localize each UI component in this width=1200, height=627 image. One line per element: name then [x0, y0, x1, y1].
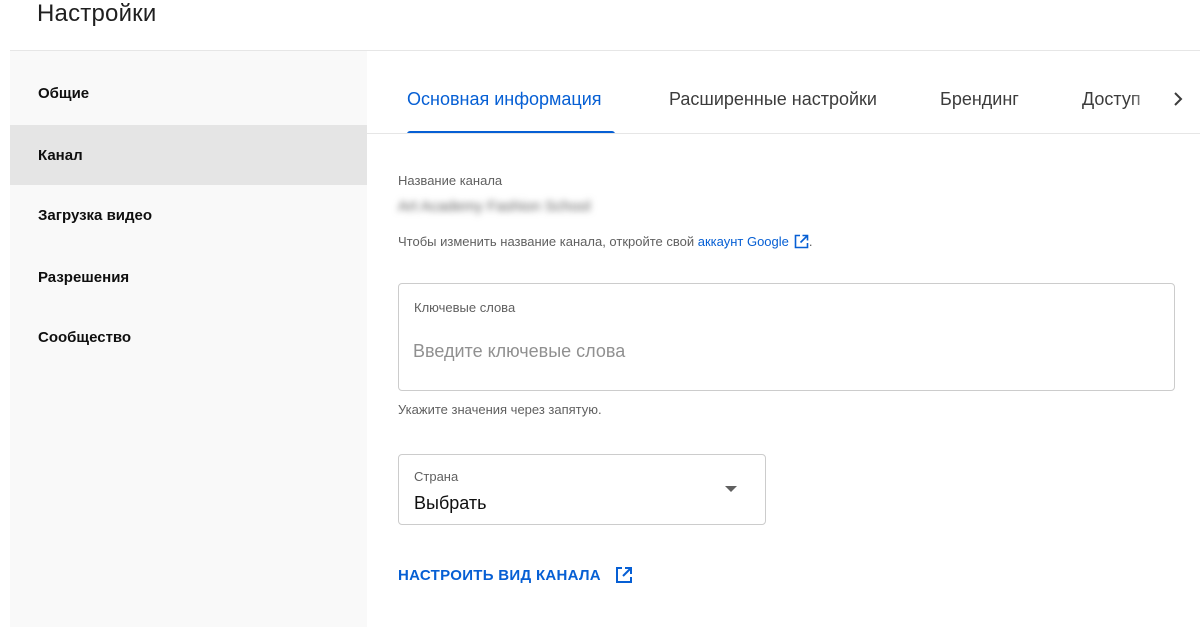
keywords-input[interactable] [413, 336, 1153, 366]
sidebar-item-permissions[interactable]: Разрешения [10, 247, 367, 307]
sidebar-item-upload-defaults[interactable]: Загрузка видео [10, 185, 367, 245]
chevron-right-icon [1174, 92, 1183, 106]
sidebar-item-label: Загрузка видео [38, 206, 153, 224]
sidebar-item-label: Сообщество [38, 328, 132, 346]
google-account-link-label: аккаунт Google [697, 234, 789, 249]
open-in-new-icon [794, 234, 809, 249]
sidebar-item-channel[interactable]: Канал [10, 125, 367, 185]
customize-channel-label: НАСТРОИТЬ ВИД КАНАЛА [398, 566, 601, 584]
help-text-prefix: Чтобы изменить название канала, откройте… [398, 234, 698, 249]
keywords-label: Ключевые слова [414, 300, 516, 315]
country-select[interactable]: Страна Выбрать [398, 454, 766, 525]
channel-name-value: Art Academy Fashion School [398, 198, 591, 215]
country-value: Выбрать [414, 493, 487, 513]
sidebar-item-label: Разрешения [38, 268, 130, 286]
google-account-link[interactable]: аккаунт Google [698, 234, 809, 249]
active-tab-indicator [407, 131, 615, 133]
sidebar-item-label: Канал [38, 146, 83, 164]
help-text-suffix: . [808, 234, 813, 249]
tab-bar: Основная информация Расширенные настройк… [367, 51, 1200, 134]
sidebar-item-general[interactable]: Общие [10, 63, 367, 123]
keywords-hint: Укажите значения через запятую. [398, 402, 602, 417]
sidebar-item-community[interactable]: Сообщество [10, 307, 367, 367]
channel-name-caption: Название канала [398, 173, 503, 188]
tab-basic-info[interactable]: Основная информация [407, 89, 602, 110]
page-title: Настройки [37, 0, 157, 27]
sidebar-item-label: Общие [38, 84, 90, 102]
open-in-new-icon [615, 567, 632, 583]
channel-name-help: Чтобы изменить название канала, откройте… [398, 234, 813, 249]
tabs-next-button[interactable] [1164, 85, 1192, 113]
country-label: Страна [414, 469, 459, 484]
tab-branding[interactable]: Брендинг [940, 89, 1019, 110]
tab-advanced-settings[interactable]: Расширенные настройки [669, 89, 877, 110]
sidebar: Общие Канал Загрузка видео Разрешения Со… [10, 51, 367, 627]
caret-down-icon [725, 486, 737, 492]
keywords-field: Ключевые слова [398, 283, 1175, 391]
customize-channel-link[interactable]: НАСТРОИТЬ ВИД КАНАЛА [398, 566, 633, 584]
